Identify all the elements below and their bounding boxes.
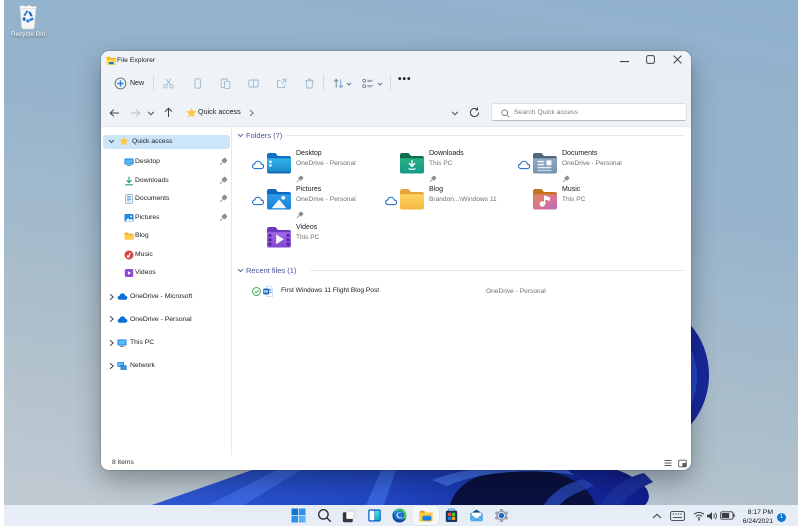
svg-text:W: W	[264, 289, 269, 294]
